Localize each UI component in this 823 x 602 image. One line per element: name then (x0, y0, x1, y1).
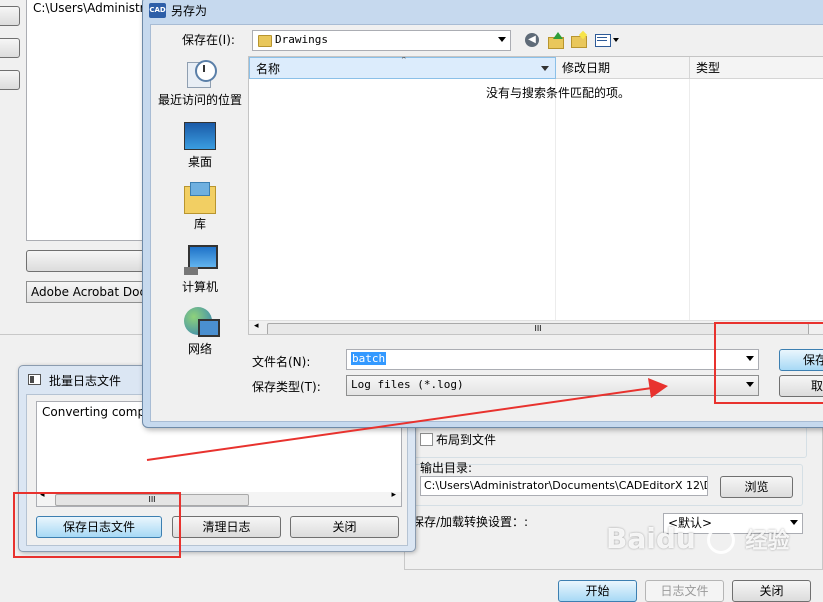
save-button-label: 保存 (803, 353, 823, 367)
list-horizontal-scrollbar[interactable]: ◂ III (249, 320, 823, 334)
filetype-value: Log files (*.log) (351, 378, 464, 391)
watermark-brand: Baidu (606, 522, 696, 555)
file-list[interactable]: 名称 ⌃ 修改日期 类型 没有与搜索条件匹配的项。 ◂ III (248, 56, 823, 335)
side-button-2[interactable] (0, 38, 20, 58)
place-desktop-label: 桌面 (187, 155, 212, 169)
save-in-combo[interactable]: Drawings (252, 30, 511, 51)
list-scroll-thumb[interactable]: III (267, 323, 809, 334)
view-menu-icon[interactable] (595, 34, 619, 47)
browse-button-label: 浏览 (744, 480, 769, 494)
log-close-button-label: 关闭 (332, 520, 357, 534)
baidu-watermark: Baidu 经验 (606, 522, 796, 562)
filename-combo[interactable]: batch (346, 349, 759, 370)
save-as-title: 另存为 (171, 4, 208, 18)
place-computer-label: 计算机 (181, 280, 218, 294)
save-load-settings-label: 保存/加载转换设置：: (412, 515, 529, 529)
chevron-down-icon (541, 66, 549, 71)
log-horizontal-scrollbar[interactable]: ◂ III ▸ (37, 490, 401, 506)
place-recent-label: 最近访问的位置 (157, 93, 242, 107)
log-scroll-thumb[interactable]: III (55, 494, 249, 506)
column-divider (555, 79, 556, 334)
sort-ascending-icon: ⌃ (400, 56, 408, 66)
side-button-1[interactable] (0, 6, 20, 26)
log-close-button[interactable]: 关闭 (290, 516, 399, 538)
place-desktop[interactable]: 桌面 (148, 122, 252, 170)
cad-app-badge: CAD (149, 6, 166, 14)
start-button[interactable]: 开始 (558, 580, 637, 602)
places-bar: 最近访问的位置 桌面 库 计算机 网络 (151, 57, 248, 413)
new-folder-icon[interactable] (571, 30, 588, 48)
cancel-button-label: 取 (811, 379, 823, 393)
chevron-down-icon (498, 37, 506, 42)
column-name-label: 名称 (256, 62, 281, 76)
pdf-printer-value: Adobe Acrobat Docu (31, 285, 146, 299)
file-path-text: C:\Users\Administra (33, 1, 152, 15)
save-button[interactable]: 保存 (779, 349, 823, 371)
wide-button[interactable] (26, 250, 146, 272)
clear-log-button-label: 清理日志 (202, 520, 251, 534)
log-dialog-title: 批量日志文件 (49, 374, 122, 388)
computer-icon (184, 245, 218, 275)
place-network-label: 网络 (187, 342, 212, 356)
column-type[interactable]: 类型 (690, 57, 823, 79)
side-button-3[interactable] (0, 70, 20, 90)
save-log-button[interactable]: 保存日志文件 (36, 516, 162, 538)
up-folder-icon[interactable] (548, 32, 564, 49)
browse-button[interactable]: 浏览 (720, 476, 793, 498)
folder-icon (258, 35, 272, 47)
filetype-label: 保存类型(T): (252, 380, 321, 394)
chevron-down-icon (746, 382, 754, 387)
column-modified-label: 修改日期 (562, 61, 611, 75)
file-list-box[interactable]: C:\Users\Administra (26, 0, 152, 241)
filename-label: 文件名(N): (252, 355, 311, 369)
clear-log-button[interactable]: 清理日志 (172, 516, 281, 538)
column-modified[interactable]: 修改日期 (556, 57, 690, 79)
place-network[interactable]: 网络 (148, 307, 252, 357)
place-recent[interactable]: 最近访问的位置 (148, 58, 252, 108)
chevron-down-icon (746, 356, 754, 361)
output-dir-label: 输出目录: (420, 461, 473, 475)
save-in-label: 保存在(I): (182, 33, 235, 47)
column-divider (689, 79, 690, 334)
save-in-folder-name: Drawings (275, 33, 328, 46)
save-as-dialog: CAD 另存为 保存在(I): Drawings ◀ 最近访问的位置 桌面 库 … (142, 0, 823, 428)
log-scroll-grip: III (148, 495, 156, 504)
watermark-suffix: 经验 (745, 529, 790, 554)
place-library-label: 库 (193, 217, 206, 231)
output-dir-field[interactable]: C:\Users\Administrator\Documents\CADEdit… (420, 476, 708, 496)
library-icon (184, 182, 216, 214)
main-close-button[interactable]: 关闭 (732, 580, 811, 602)
network-icon (184, 307, 220, 337)
column-name[interactable]: 名称 ⌃ (249, 57, 556, 79)
cad-app-icon: CAD (149, 3, 166, 18)
place-library[interactable]: 库 (148, 182, 252, 232)
pdf-printer-combo[interactable]: Adobe Acrobat Docu (26, 281, 146, 303)
paw-icon (706, 526, 735, 554)
layout-checkbox[interactable] (420, 433, 433, 446)
log-dialog-icon (28, 374, 41, 385)
layout-to-file-label: 布局到文件 (436, 433, 497, 447)
column-type-label: 类型 (696, 61, 721, 75)
save-as-content: 保存在(I): Drawings ◀ 最近访问的位置 桌面 库 计算机 网络 名… (150, 24, 823, 422)
cancel-button[interactable]: 取 (779, 375, 823, 397)
separator-line (0, 334, 145, 335)
filetype-combo[interactable]: Log files (*.log) (346, 375, 759, 396)
place-computer[interactable]: 计算机 (148, 245, 252, 295)
recent-places-icon (185, 58, 217, 88)
log-file-button[interactable]: 日志文件 (645, 580, 724, 602)
log-text: Converting comple (42, 405, 156, 419)
filename-value: batch (351, 352, 387, 365)
desktop-icon (184, 122, 216, 150)
back-icon[interactable]: ◀ (525, 33, 539, 47)
list-scroll-grip: III (534, 324, 542, 333)
output-dir-value: C:\Users\Administrator\Documents\CADEdit… (424, 479, 708, 492)
empty-list-message: 没有与搜索条件匹配的项。 (486, 86, 631, 100)
save-log-button-label: 保存日志文件 (62, 520, 135, 534)
